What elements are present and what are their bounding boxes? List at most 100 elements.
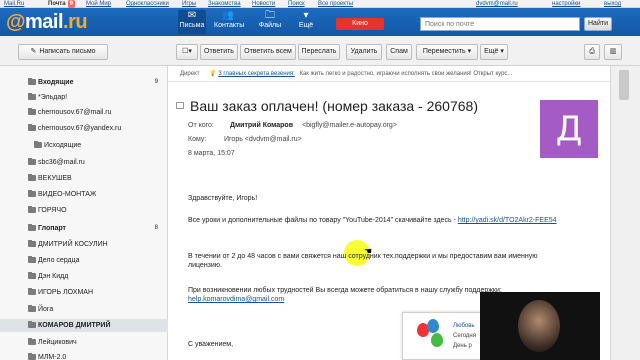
folder-icon [28,206,36,213]
recipient[interactable]: Игорь <dvdvm@mail.ru> [224,136,302,143]
layout-icon: ▥ [609,48,617,55]
download-link[interactable]: http://yadi.sk/d/TO2Akr2-FEE54 [458,217,557,224]
search-input[interactable] [420,17,580,31]
kino-button[interactable]: Кино [336,18,384,30]
sidebar-item-label: chernousov.67@mail.ru [38,109,112,116]
body-closing: С уважением, [188,341,234,348]
compose-button[interactable]: ✎ Написать письмо [18,44,108,60]
sidebar-item-den-kidd[interactable]: Дэн Кидд [0,270,168,283]
portal-link-pochta-label: Почта [48,1,66,7]
mailru-logo[interactable]: @mail.ru [6,11,88,33]
folder-sidebar: Входящие 9 *Эльдар! chernousov.67@mail.r… [0,66,168,360]
portal-link-games[interactable]: Игры [182,0,196,8]
sidebar-item-chernousov-mail[interactable]: chernousov.67@mail.ru [0,106,168,119]
forward-button[interactable]: Переслать [298,44,340,60]
portal-link-all-projects[interactable]: Все проекты [318,0,353,8]
logout-link[interactable]: выход [604,0,621,8]
folder-icon [28,224,36,231]
folder-icon [28,108,36,115]
folder-icon [28,353,36,360]
folder-icon [28,305,36,312]
to-label: Кому: [188,136,207,143]
sidebar-item-mlm[interactable]: МЛМ-2.0 [0,351,168,360]
nav-contacts[interactable]: 👥 Контакты [214,10,245,34]
sidebar-item-delo-serdca[interactable]: Дело сердца [0,254,168,267]
compose-button-label: Написать письмо [39,48,96,55]
delete-button[interactable]: Удалить [346,44,382,60]
folder-icon [28,321,36,328]
unread-count: 9 [154,79,158,85]
sidebar-item-leytsikovich[interactable]: Лейцикович [0,336,168,349]
portal-link-pochta[interactable]: Почта 9 [48,0,75,8]
sidebar-item-eldar[interactable]: *Эльдар! [0,91,168,104]
mail-count-badge: 9 [67,0,75,8]
sidebar-item-label: sbc36@mail.ru [38,159,85,166]
logo-ru: .ru [63,11,88,33]
from-label: От кого: [188,122,214,129]
reply-button[interactable]: Ответить [200,44,238,60]
sidebar-item-lokhman[interactable]: ИГОРЬ ЛОХМАН [0,286,168,299]
body-greeting: Здравствуйте, Игорь! [188,195,258,202]
sidebar-item-outbox[interactable]: Исходящие [0,139,168,152]
folder-icon [28,93,36,100]
folder-icon [28,158,36,165]
sidebar-item-kosulin[interactable]: ДМИТРИЙ КОСУЛИН [0,238,168,251]
page-scrollbar[interactable] [610,66,640,360]
view-toggle-button[interactable]: ▥ [604,44,622,60]
nav-letters-label: Письма [179,22,205,29]
nav-contacts-label: Контакты [214,22,245,29]
nav-more[interactable]: ▾ Ещё [292,10,320,34]
checkbox-icon: ☐▾ [182,48,192,55]
portal-link-dating[interactable]: Знакомства [208,0,241,8]
folder-icon [28,256,36,263]
mouse-pointer-icon: ☚ [364,246,373,256]
body-paragraph-2-line-1: В течении от 2 до 48 часов с вами свяжет… [188,253,538,260]
sidebar-item-label: КОМАРОВ ДМИТРИЙ [38,322,111,329]
files-icon: 🗀 [265,10,275,21]
sidebar-item-label: Лейцикович [38,339,77,346]
sidebar-item-vekushev[interactable]: ВЕКУШЕВ [0,172,168,185]
sidebar-item-yoga[interactable]: Йога [0,303,168,316]
sidebar-item-inbox[interactable]: Входящие 9 [0,76,168,89]
select-all-checkbox[interactable]: ☐▾ [176,44,198,60]
ad-text: Как жить легко и радостно, играючи испол… [299,71,513,77]
portal-link-news[interactable]: Новости [252,0,275,8]
print-button[interactable]: ⎙ [584,44,600,60]
folder-icon [34,141,42,148]
search-button[interactable]: Найти [584,17,612,31]
sidebar-item-label: ДМИТРИЙ КОСУЛИН [38,241,108,248]
portal-link-moimir[interactable]: Мой Мир [86,0,111,8]
sender-name[interactable]: Дмитрий Комаров [230,122,293,129]
ad-label: Директ [180,71,200,77]
bulb-icon: 💡 [209,71,217,77]
logo-mail: mail [25,11,64,33]
reply-all-button[interactable]: Ответить всем [240,44,296,60]
settings-link[interactable]: настройки [552,0,580,8]
nav-files[interactable]: 🗀 Файлы [256,10,284,34]
notification-popup[interactable]: Любовь Сегодня День р [402,312,482,360]
user-email[interactable]: dvdvm@mail.ru [476,0,518,8]
portal-link-search[interactable]: Поиск [288,0,305,8]
portal-link-mailru[interactable]: Mail.Ru [4,0,24,8]
balloon-icon [431,333,443,347]
sidebar-item-komarov[interactable]: КОМАРОВ ДМИТРИЙ [0,319,168,332]
move-button[interactable]: Переместить ▾ [416,44,478,60]
scrollbar-thumb[interactable] [619,70,629,100]
envelope-icon: ✉ [187,10,197,21]
portal-link-odnoklassniki[interactable]: Одноклассники [126,0,169,8]
body-paragraph-2-line-2: лицензию. [188,262,222,269]
body-paragraph-3: При возникновении любых трудностей Вы вс… [188,287,502,294]
support-email-link[interactable]: help.komarovdima@gmail.com [188,295,284,304]
nav-letters[interactable]: ✉ Письма [178,10,206,34]
ad-link[interactable]: 3 главных секрета везения: [218,71,294,77]
sender-email[interactable]: <bigfly@mailer.e-autopay.org> [302,122,397,129]
sidebar-item-video-montage[interactable]: ВИДЕО-МОНТАЖ [0,188,168,201]
sidebar-item-chernousov-yandex[interactable]: chernousov.67@yandex.ru [0,122,168,135]
sidebar-item-goryacho[interactable]: ГОРЯЧО [0,204,168,217]
spam-button[interactable]: Спам [386,44,412,60]
sidebar-item-gloport[interactable]: Глопарт 8 [0,222,168,235]
more-button[interactable]: Ещё ▾ [480,44,508,60]
mail-header: @mail.ru ✉ Письма 👥 Контакты 🗀 Файлы ▾ Е… [0,8,640,36]
sidebar-item-label: Исходящие [44,142,82,149]
sidebar-item-sbc36[interactable]: sbc36@mail.ru [0,156,168,169]
